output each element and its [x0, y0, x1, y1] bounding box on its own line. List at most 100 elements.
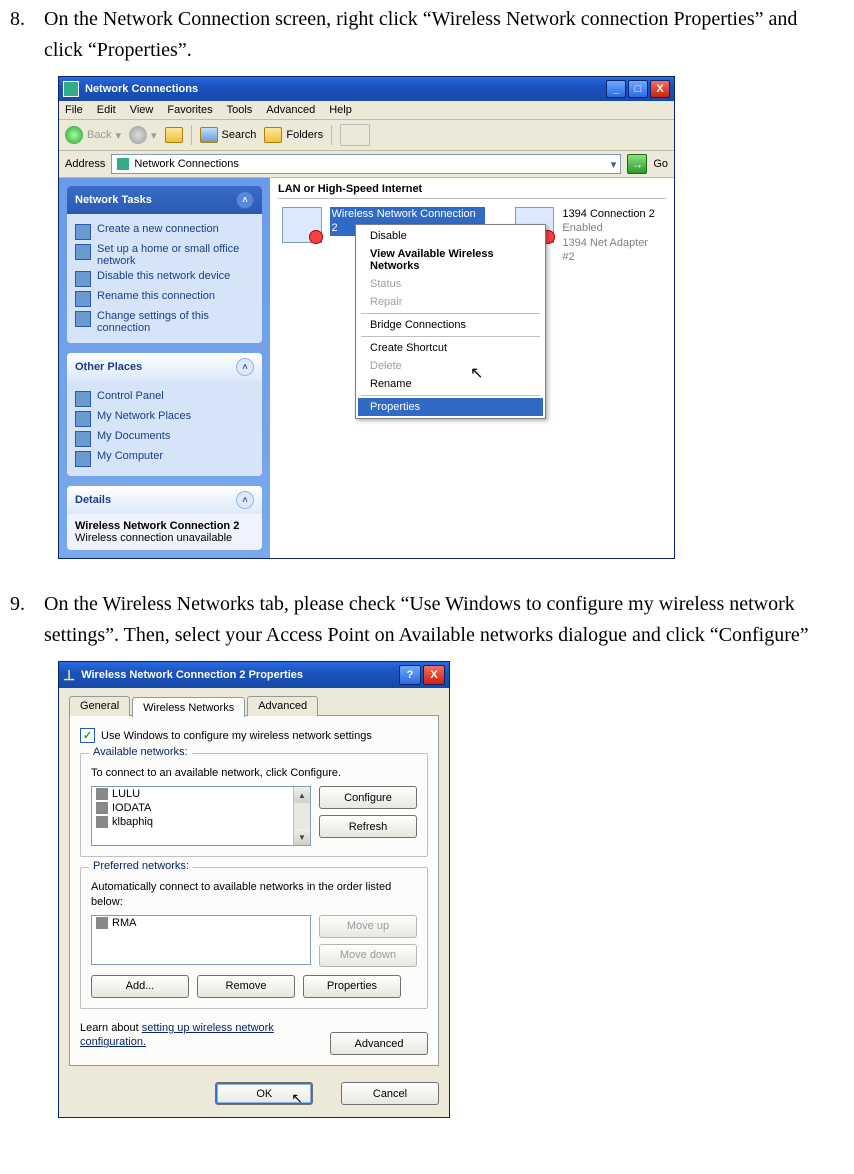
ctx-rename[interactable]: Rename	[358, 375, 543, 393]
use-windows-label: Use Windows to configure my wireless net…	[101, 730, 372, 742]
folders-button[interactable]: Folders	[264, 127, 323, 143]
menu-view[interactable]: View	[130, 104, 154, 116]
task-disable-device[interactable]: Disable this network device	[75, 270, 254, 287]
antenna-icon	[96, 917, 108, 929]
maximize-button[interactable]: □	[628, 80, 648, 98]
available-networks-hint: To connect to an available network, clic…	[91, 766, 417, 780]
connection-1394-device: 1394 Net Adapter #2	[562, 236, 662, 265]
details-status: Wireless connection unavailable	[75, 532, 254, 544]
advanced-button[interactable]: Advanced	[330, 1032, 428, 1055]
cursor-icon: ↖	[470, 363, 483, 383]
wireless-icon	[282, 207, 322, 243]
details-header[interactable]: Details˄	[67, 486, 262, 514]
other-places-panel: Other Places˄ Control Panel My Network P…	[67, 353, 262, 476]
dlg-titlebar[interactable]: ⊥ Wireless Network Connection 2 Properti…	[59, 662, 449, 688]
step-9: 9.On the Wireless Networks tab, please c…	[10, 589, 844, 651]
network-tasks-panel: Network Tasks˄ Create a new connection S…	[67, 186, 262, 343]
connection-1394-status: Enabled	[562, 221, 662, 235]
tab-advanced[interactable]: Advanced	[247, 696, 318, 716]
tab-general[interactable]: General	[69, 696, 130, 716]
network-lulu[interactable]: LULU	[92, 787, 310, 801]
address-value: Network Connections	[134, 158, 239, 170]
ctx-repair: Repair	[358, 293, 543, 311]
titlebar[interactable]: Network Connections _ □ X	[59, 77, 674, 101]
window-icon	[63, 81, 79, 97]
step-8-text: On the Network Connection screen, right …	[44, 4, 834, 66]
close-button[interactable]: X	[650, 80, 670, 98]
tab-wireless[interactable]: Wireless Networks	[132, 697, 245, 717]
menu-edit[interactable]: Edit	[97, 104, 116, 116]
antenna-icon	[96, 802, 108, 814]
menu-advanced[interactable]: Advanced	[266, 104, 315, 116]
preferred-networks-list[interactable]: RMA	[91, 915, 311, 965]
other-places-header[interactable]: Other Places˄	[67, 353, 262, 381]
menu-bar[interactable]: File Edit View Favorites Tools Advanced …	[59, 101, 674, 120]
tabs: General Wireless Networks Advanced	[69, 696, 439, 716]
ctx-delete: Delete	[358, 357, 543, 375]
help-button[interactable]: ?	[399, 665, 421, 685]
window-title: Network Connections	[85, 83, 198, 95]
go-label: Go	[653, 158, 668, 170]
back-button[interactable]: Back▾	[65, 126, 121, 144]
task-create-connection[interactable]: Create a new connection	[75, 223, 254, 240]
step-9-text: On the Wireless Networks tab, please che…	[44, 589, 834, 651]
toolbar: Back▾ ▾ Search Folders	[59, 120, 674, 151]
ctx-disable[interactable]: Disable	[358, 227, 543, 245]
properties-button[interactable]: Properties	[303, 975, 401, 998]
menu-file[interactable]: File	[65, 104, 83, 116]
antenna-icon	[96, 788, 108, 800]
add-button[interactable]: Add...	[91, 975, 189, 998]
place-control-panel[interactable]: Control Panel	[75, 390, 254, 407]
ctx-view-networks[interactable]: View Available Wireless Networks	[358, 245, 543, 275]
use-windows-checkbox[interactable]: ✓ Use Windows to configure my wireless n…	[80, 728, 428, 743]
tab-page: ✓ Use Windows to configure my wireless n…	[69, 715, 439, 1066]
place-my-computer[interactable]: My Computer	[75, 450, 254, 467]
configure-button[interactable]: Configure	[319, 786, 417, 809]
move-down-button: Move down	[319, 944, 417, 967]
views-button[interactable]	[340, 124, 370, 146]
network-tasks-header[interactable]: Network Tasks˄	[67, 186, 262, 214]
minimize-button[interactable]: _	[606, 80, 626, 98]
move-up-button: Move up	[319, 915, 417, 938]
available-networks-title: Available networks:	[89, 746, 192, 758]
ctx-status: Status	[358, 275, 543, 293]
go-button[interactable]: →	[627, 154, 647, 174]
ctx-properties[interactable]: Properties	[358, 398, 543, 416]
network-klbaphiq[interactable]: klbaphiq	[92, 815, 310, 829]
step-9-number: 9.	[10, 589, 44, 620]
address-input[interactable]: Network Connections ▾	[111, 154, 621, 174]
ctx-shortcut[interactable]: Create Shortcut	[358, 339, 543, 357]
context-menu: Disable View Available Wireless Networks…	[355, 224, 546, 419]
learn-pre: Learn about	[80, 1022, 142, 1034]
task-change-settings[interactable]: Change settings of this connection	[75, 310, 254, 334]
menu-help[interactable]: Help	[329, 104, 352, 116]
task-setup-network[interactable]: Set up a home or small office network	[75, 243, 254, 267]
connection-1394-name: 1394 Connection 2	[562, 207, 662, 221]
search-button[interactable]: Search	[200, 127, 257, 143]
network-iodata[interactable]: IODATA	[92, 801, 310, 815]
refresh-button[interactable]: Refresh	[319, 815, 417, 838]
preferred-network-rma[interactable]: RMA	[92, 916, 310, 930]
preferred-networks-title: Preferred networks:	[89, 860, 193, 872]
forward-button[interactable]: ▾	[129, 126, 157, 144]
ok-button[interactable]: OK	[215, 1082, 313, 1105]
dlg-close-button[interactable]: X	[423, 665, 445, 685]
address-label: Address	[65, 158, 105, 170]
details-name: Wireless Network Connection 2	[75, 520, 254, 532]
available-networks-list[interactable]: LULU IODATA klbaphiq ▲▼	[91, 786, 311, 846]
place-network-places[interactable]: My Network Places	[75, 410, 254, 427]
cancel-button[interactable]: Cancel	[341, 1082, 439, 1105]
wireless-properties-dialog: ⊥ Wireless Network Connection 2 Properti…	[58, 661, 450, 1118]
network-connections-window: Network Connections _ □ X File Edit View…	[58, 76, 675, 559]
available-networks-group: Available networks: To connect to an ava…	[80, 753, 428, 857]
remove-button[interactable]: Remove	[197, 975, 295, 998]
menu-tools[interactable]: Tools	[227, 104, 253, 116]
place-my-documents[interactable]: My Documents	[75, 430, 254, 447]
sidebar: Network Tasks˄ Create a new connection S…	[59, 178, 270, 558]
up-button[interactable]	[165, 127, 183, 143]
scrollbar[interactable]: ▲▼	[293, 787, 310, 845]
step-8: 8.On the Network Connection screen, righ…	[10, 4, 844, 66]
task-rename-connection[interactable]: Rename this connection	[75, 290, 254, 307]
menu-favorites[interactable]: Favorites	[167, 104, 212, 116]
ctx-bridge[interactable]: Bridge Connections	[358, 316, 543, 334]
